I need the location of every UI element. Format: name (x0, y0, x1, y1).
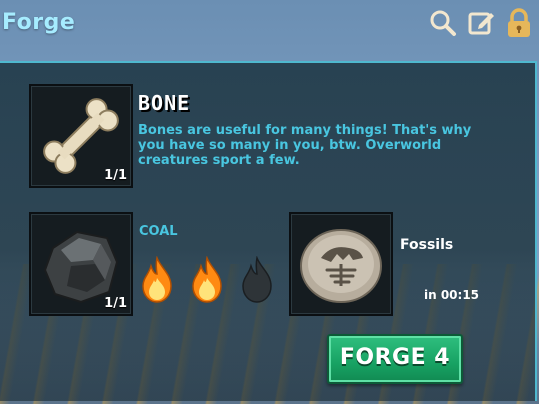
result-name: Fossils (400, 237, 454, 253)
lock-icon[interactable] (505, 8, 533, 38)
fuel-count: 1/1 (104, 296, 127, 311)
fossil-icon (300, 229, 382, 303)
fuel-label: COAL (139, 224, 178, 239)
fuel-flames (139, 256, 275, 304)
ingredient-slot[interactable]: 1/1 (29, 84, 133, 188)
forge-timer: in 00:15 (424, 288, 480, 302)
flame-icon-unlit (242, 256, 272, 303)
flame-icon-lit (142, 256, 172, 303)
ingredient-name: BONE (138, 91, 191, 115)
ingredient-description: Bones are useful for many things! That's… (138, 123, 472, 168)
forge-button[interactable]: FORGE 4 (327, 334, 463, 384)
flame-icon-lit (192, 256, 222, 303)
edit-icon[interactable] (467, 8, 495, 38)
result-slot[interactable] (289, 212, 393, 316)
header-toolbar (429, 8, 533, 38)
fuel-slot[interactable]: 1/1 (29, 212, 133, 316)
page-title: Forge (2, 10, 76, 35)
ingredient-count: 1/1 (104, 168, 127, 183)
search-icon[interactable] (429, 8, 457, 38)
